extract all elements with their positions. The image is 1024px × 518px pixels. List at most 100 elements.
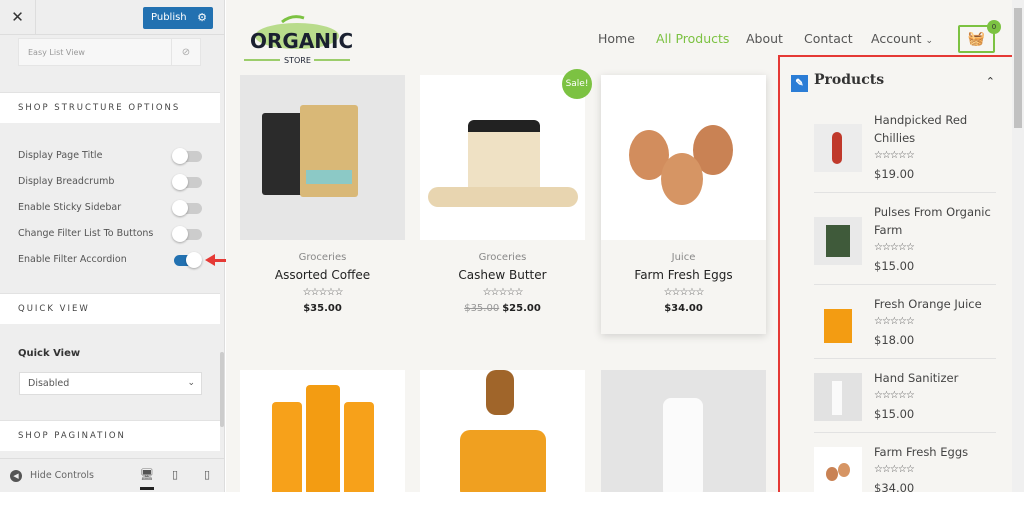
sale-badge: Sale! <box>562 69 592 99</box>
product-card[interactable]: Groceries Cashew Butter ☆☆☆☆☆ $35.00 $25.… <box>420 75 585 314</box>
product-image[interactable] <box>420 75 585 240</box>
widget-title-text: Products <box>814 72 885 88</box>
product-name[interactable]: Assorted Coffee <box>240 268 405 282</box>
quick-view-label: Quick View <box>18 348 81 359</box>
hide-controls-button[interactable]: ◀ Hide Controls <box>10 470 94 482</box>
section-shop-structure[interactable]: SHOP STRUCTURE OPTIONS <box>0 92 220 123</box>
product-image[interactable] <box>240 75 405 240</box>
product-thumbnail[interactable] <box>814 447 862 492</box>
customizer-panel: ✕ Publish ⚙ Easy List View ⊘ SHOP STRUCTUR… <box>0 0 225 492</box>
cart-button[interactable]: 🧺 0 <box>958 20 1001 53</box>
preview-scrollbar[interactable] <box>1012 0 1024 492</box>
product-price: $34.00 <box>874 481 915 492</box>
product-price: $19.00 <box>874 167 915 181</box>
price-value: $34.00 <box>664 303 703 314</box>
star-rating: ☆☆☆☆☆ <box>874 390 915 401</box>
sidebar-product[interactable]: Fresh Orange Juice ☆☆☆☆☆ $18.00 <box>814 295 996 359</box>
sidebar-product[interactable]: Pulses From Organic Farm ☆☆☆☆☆ $15.00 <box>814 203 996 285</box>
section-quick-view[interactable]: QUICK VIEW <box>0 293 220 324</box>
site-preview: ORGANIC STORE Home All Products About Co… <box>226 0 1024 492</box>
widget-title: ✎ Products <box>791 72 884 92</box>
toggle-display-breadcrumb[interactable] <box>172 174 202 190</box>
nav-account[interactable]: Account ⌄ <box>871 31 933 46</box>
panel-scrollbar[interactable] <box>220 352 224 427</box>
eye-slash-icon[interactable]: ⊘ <box>171 39 200 65</box>
product-category: Juice <box>671 252 696 263</box>
hide-controls-label: Hide Controls <box>30 470 94 481</box>
quick-view-select[interactable]: Disabled ⌄ <box>19 372 202 395</box>
customizer-topbar: ✕ Publish ⚙ <box>0 0 224 35</box>
product-image[interactable] <box>601 370 766 492</box>
product-price: $35.00 <box>240 303 405 314</box>
toggle-sticky-sidebar[interactable] <box>172 200 202 216</box>
product-price: $15.00 <box>874 407 915 421</box>
star-rating: ☆☆☆☆☆ <box>874 150 915 161</box>
product-category: Groceries <box>298 252 347 263</box>
product-name[interactable]: Fresh Orange Juice <box>874 295 999 313</box>
product-thumbnail[interactable] <box>814 301 862 349</box>
mobile-preview-icon[interactable]: ▯ <box>204 468 210 481</box>
product-name[interactable]: Farm Fresh Eggs <box>874 443 999 461</box>
nav-all-products[interactable]: All Products <box>656 31 729 46</box>
price-value: $35.00 <box>303 303 342 314</box>
gear-icon[interactable]: ⚙ <box>197 7 207 29</box>
svg-text:ORGANIC: ORGANIC <box>250 29 352 53</box>
basket-icon: 🧺 <box>967 31 986 47</box>
section-shop-pagination[interactable]: SHOP PAGINATION <box>0 420 220 451</box>
product-image[interactable] <box>601 75 766 240</box>
star-rating: ☆☆☆☆☆ <box>874 242 915 253</box>
publish-label: Publish <box>151 12 187 23</box>
product-name[interactable]: Hand Sanitizer <box>874 369 999 387</box>
star-rating: ☆☆☆☆☆ <box>302 287 344 298</box>
close-button[interactable]: ✕ <box>0 0 36 35</box>
star-rating: ☆☆☆☆☆ <box>663 287 705 298</box>
product-image[interactable] <box>420 370 585 492</box>
product-name[interactable]: Pulses From Organic Farm <box>874 203 999 239</box>
product-price: $34.00 <box>601 303 766 314</box>
product-thumbnail[interactable] <box>814 373 862 421</box>
scrollbar-thumb[interactable] <box>1014 8 1022 128</box>
sale-price: $25.00 <box>502 303 541 314</box>
star-rating: ☆☆☆☆☆ <box>874 316 915 327</box>
product-image[interactable] <box>240 370 405 492</box>
products-widget: ✎ Products ⌃ Handpicked Red Chillies ☆☆☆☆☆… <box>778 55 1015 492</box>
edit-pencil-icon[interactable]: ✎ <box>791 75 808 92</box>
product-name[interactable]: Cashew Butter <box>420 268 585 282</box>
sidebar-product[interactable]: Farm Fresh Eggs ☆☆☆☆☆ $34.00 <box>814 443 996 492</box>
product-thumbnail[interactable] <box>814 124 862 172</box>
chevron-down-icon: ⌄ <box>925 36 934 46</box>
list-view-option[interactable]: Easy List View ⊘ <box>18 38 201 66</box>
chevron-up-icon[interactable]: ⌃ <box>986 75 995 88</box>
product-category: Groceries <box>478 252 527 263</box>
svg-text:STORE: STORE <box>284 56 311 65</box>
collapse-icon: ◀ <box>10 470 22 482</box>
product-price: $35.00 $25.00 <box>420 303 585 314</box>
customizer-footer: ◀ Hide Controls 🖥 ▯ ▯ <box>0 458 224 492</box>
star-rating: ☆☆☆☆☆ <box>482 287 524 298</box>
nav-contact[interactable]: Contact <box>804 31 853 46</box>
toggle-filter-accordion[interactable] <box>174 252 202 268</box>
product-card[interactable]: Juice Farm Fresh Eggs ☆☆☆☆☆ $34.00 <box>601 75 766 334</box>
old-price: $35.00 <box>464 303 500 314</box>
sidebar-product[interactable]: Handpicked Red Chillies ☆☆☆☆☆ $19.00 <box>814 111 996 193</box>
chevron-down-icon: ⌄ <box>187 378 195 388</box>
product-name[interactable]: Farm Fresh Eggs <box>601 268 766 282</box>
quick-view-value: Disabled <box>28 378 70 389</box>
tablet-preview-icon[interactable]: ▯ <box>172 468 178 481</box>
product-price: $18.00 <box>874 333 915 347</box>
toggle-filter-buttons[interactable] <box>172 226 202 242</box>
nav-account-label: Account <box>871 31 922 46</box>
product-thumbnail[interactable] <box>814 217 862 265</box>
site-logo[interactable]: ORGANIC STORE <box>242 14 353 66</box>
nav-home[interactable]: Home <box>598 31 635 46</box>
star-rating: ☆☆☆☆☆ <box>874 464 915 475</box>
product-card[interactable]: Groceries Assorted Coffee ☆☆☆☆☆ $35.00 <box>240 75 405 314</box>
list-view-label: Easy List View <box>28 48 85 57</box>
desktop-preview-icon[interactable]: 🖥 <box>140 468 154 490</box>
nav-about[interactable]: About <box>746 31 783 46</box>
toggle-display-page-title[interactable] <box>172 148 202 164</box>
product-price: $15.00 <box>874 259 915 273</box>
publish-button[interactable]: Publish ⚙ <box>143 7 213 29</box>
sidebar-product[interactable]: Hand Sanitizer ☆☆☆☆☆ $15.00 <box>814 369 996 433</box>
product-name[interactable]: Handpicked Red Chillies <box>874 111 999 147</box>
